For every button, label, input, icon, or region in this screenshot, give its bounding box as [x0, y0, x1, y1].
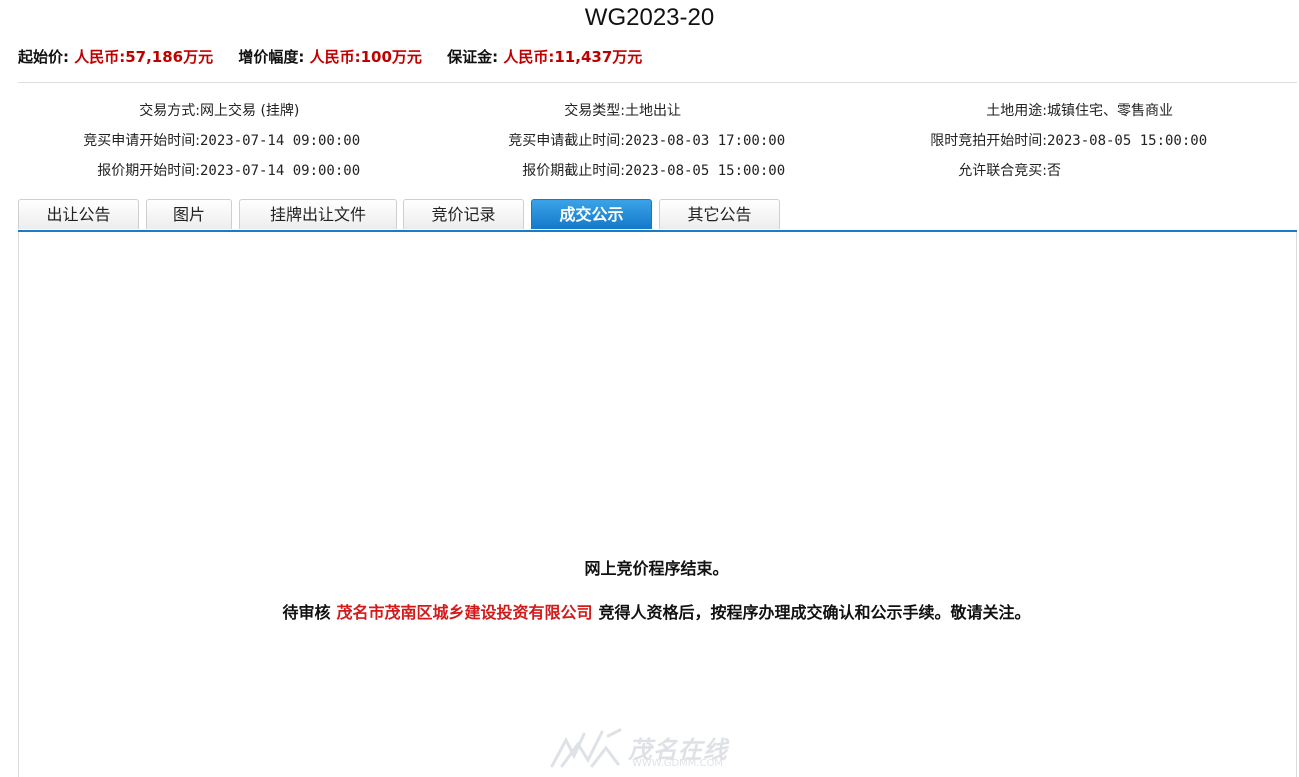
- info-value: 否: [1047, 163, 1061, 179]
- content-panel: [18, 232, 1297, 777]
- page-title: WG2023-20: [584, 4, 715, 31]
- increment-value: 人民币:100万元: [309, 48, 422, 66]
- info-cell-apply-end: 竞买申请截止时间:2023-08-03 17:00:00: [458, 130, 785, 152]
- info-cell-land-use: 土地用途:城镇住宅、零售商业: [878, 100, 1173, 122]
- info-label: 允许联合竞买:: [958, 163, 1047, 179]
- deposit-value: 人民币:11,437万元: [503, 48, 643, 66]
- starting-price: 起始价: 人民币:57,186万元: [18, 48, 218, 66]
- info-row: 报价期开始时间:2023-07-14 09:00:00 报价期截止时间:2023…: [18, 156, 1297, 186]
- winning-company: 茂名市茂南区城乡建设投资有限公司: [336, 603, 593, 622]
- info-label: 报价期截止时间:: [522, 163, 625, 179]
- info-label: 竞买申请开始时间:: [83, 133, 200, 149]
- increment-label: 增价幅度:: [238, 48, 305, 66]
- watermark-emblem-icon: [550, 728, 622, 768]
- info-cell-trade-method: 交易方式:网上交易 (挂牌): [18, 100, 299, 122]
- info-value: 2023-08-05 15:00:00: [1047, 133, 1208, 149]
- info-value: 城镇住宅、零售商业: [1047, 103, 1173, 119]
- info-label: 报价期开始时间:: [97, 163, 200, 179]
- info-label: 交易方式:: [139, 103, 200, 119]
- deal-result-text: 待审核 茂名市茂南区城乡建设投资有限公司 竞得人资格后，按程序办理成交确认和公示手续…: [0, 601, 1299, 625]
- info-cell-apply-start: 竞买申请开始时间:2023-07-14 09:00:00: [18, 130, 360, 152]
- info-cell-auction-start: 限时竞拍开始时间:2023-08-05 15:00:00: [878, 130, 1207, 152]
- tab-listing-documents[interactable]: 挂牌出让文件: [239, 199, 397, 229]
- deposit: 保证金: 人民币:11,437万元: [447, 48, 642, 66]
- info-value: 2023-08-05 15:00:00: [625, 163, 786, 179]
- result-prefix: 待审核: [282, 603, 331, 622]
- tab-deal-announcement[interactable]: 成交公示: [531, 199, 652, 229]
- info-grid: 交易方式:网上交易 (挂牌) 交易类型:土地出让 土地用途:城镇住宅、零售商业 …: [18, 96, 1297, 186]
- info-value: 土地出让: [625, 103, 681, 119]
- tab-other-notices[interactable]: 其它公告: [659, 199, 780, 229]
- info-cell-quote-end: 报价期截止时间:2023-08-05 15:00:00: [458, 160, 785, 182]
- auction-ended-text: 网上竞价程序结束。: [584, 559, 729, 578]
- info-label: 土地用途:: [986, 103, 1047, 119]
- info-row: 竞买申请开始时间:2023-07-14 09:00:00 竞买申请截止时间:20…: [18, 126, 1297, 156]
- info-label: 交易类型:: [564, 103, 625, 119]
- price-bar: 起始价: 人民币:57,186万元 增价幅度: 人民币:100万元 保证金: 人…: [18, 46, 662, 68]
- info-value: 网上交易 (挂牌): [200, 103, 300, 119]
- info-cell-quote-start: 报价期开始时间:2023-07-14 09:00:00: [18, 160, 360, 182]
- info-cell-trade-type: 交易类型:土地出让: [458, 100, 681, 122]
- tab-bar: 出让公告 图片 挂牌出让文件 竞价记录 成交公示 其它公告: [18, 199, 1297, 231]
- info-value: 2023-08-03 17:00:00: [625, 133, 786, 149]
- info-label: 限时竞拍开始时间:: [930, 133, 1047, 149]
- tab-images[interactable]: 图片: [146, 199, 232, 229]
- result-suffix: 竞得人资格后，按程序办理成交确认和公示手续。敬请关注。: [598, 603, 1031, 622]
- info-value: 2023-07-14 09:00:00: [200, 133, 361, 149]
- starting-price-label: 起始价:: [18, 48, 69, 66]
- tab-bid-records[interactable]: 竞价记录: [403, 199, 524, 229]
- info-cell-joint-bid: 允许联合竞买:否: [878, 160, 1061, 182]
- divider: [18, 82, 1297, 83]
- watermark-logo: 茂名在线 WWW.GDMM.COM: [548, 726, 758, 772]
- deposit-label: 保证金:: [447, 48, 499, 66]
- info-label: 竞买申请截止时间:: [508, 133, 625, 149]
- starting-price-value: 人民币:57,186万元: [74, 48, 214, 66]
- info-row: 交易方式:网上交易 (挂牌) 交易类型:土地出让 土地用途:城镇住宅、零售商业: [18, 96, 1297, 126]
- tab-transfer-notice[interactable]: 出让公告: [18, 199, 139, 229]
- increment: 增价幅度: 人民币:100万元: [238, 48, 427, 66]
- info-value: 2023-07-14 09:00:00: [200, 163, 361, 179]
- watermark-url: WWW.GDMM.COM: [632, 758, 724, 769]
